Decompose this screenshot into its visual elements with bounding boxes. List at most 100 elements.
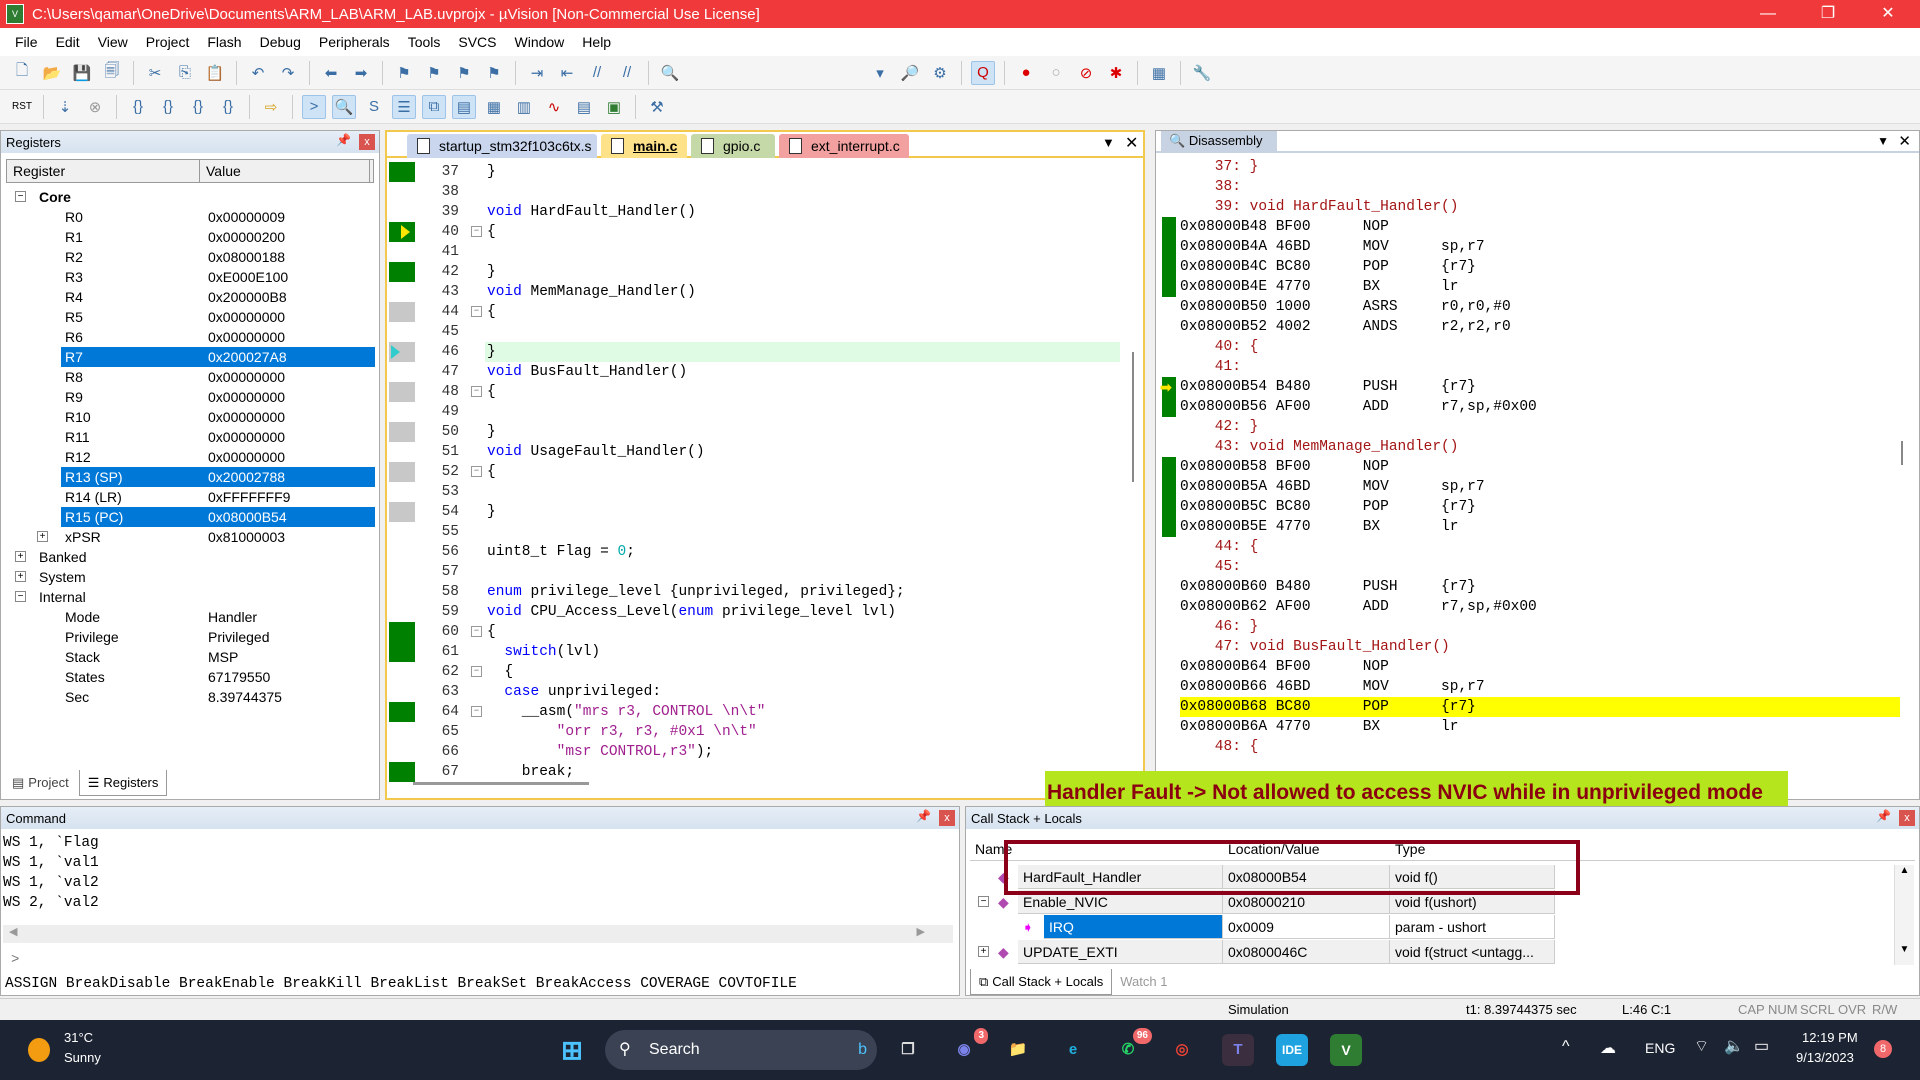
- menu-svcs[interactable]: SVCS: [449, 34, 505, 50]
- tabs-dropdown-icon[interactable]: ▼: [1102, 135, 1115, 150]
- whatsapp-icon[interactable]: ✆ 96: [1112, 1028, 1152, 1066]
- code-line[interactable]: 40 −{: [387, 222, 1127, 242]
- show-hidden-icon[interactable]: ^: [1562, 1038, 1570, 1056]
- save-all-icon[interactable]: 🗐: [100, 61, 124, 85]
- unindent-icon[interactable]: ⇤: [555, 61, 579, 85]
- register-row[interactable]: + xPSR 0x81000003: [1, 527, 371, 547]
- code-line[interactable]: 57: [387, 562, 1127, 582]
- register-row[interactable]: R5 0x00000000: [1, 307, 371, 327]
- source-line[interactable]: 44: {: [1180, 537, 1900, 557]
- register-value[interactable]: 0x00000000: [208, 447, 285, 467]
- memory-window-icon[interactable]: ▦: [482, 95, 506, 119]
- volume-icon[interactable]: 🔈: [1724, 1036, 1744, 1056]
- close-disassembly-icon[interactable]: ✕: [1898, 132, 1911, 150]
- code-line[interactable]: 37}: [387, 162, 1127, 182]
- tab-watch-1[interactable]: Watch 1: [1112, 969, 1175, 995]
- uncomment-icon[interactable]: //: [615, 61, 639, 85]
- file-explorer-icon[interactable]: 📁: [1002, 1034, 1034, 1066]
- call-stack-window-icon[interactable]: ⧉: [422, 94, 446, 119]
- redo-icon[interactable]: ↷: [276, 61, 300, 85]
- cut-icon[interactable]: ✂: [143, 61, 167, 85]
- registers-window-icon[interactable]: ☰: [392, 94, 416, 119]
- teams-chat-icon[interactable]: ◉ 3: [948, 1028, 988, 1066]
- column-register[interactable]: Register: [7, 160, 200, 182]
- tab-ext-interrupt-c[interactable]: ext_interrupt.c: [779, 134, 909, 158]
- run-to-cursor-icon[interactable]: {}: [216, 95, 240, 119]
- code-line[interactable]: 38: [387, 182, 1127, 202]
- fold-icon[interactable]: −: [471, 666, 482, 677]
- fold-icon[interactable]: −: [471, 226, 482, 237]
- code-editor[interactable]: startup_stm32f103c6tx.s main.c gpio.c ex…: [385, 130, 1145, 800]
- dropdown-icon[interactable]: ▼: [1877, 134, 1889, 148]
- register-value[interactable]: 0x200000B8: [208, 287, 287, 307]
- source-line[interactable]: 42: }: [1180, 417, 1900, 437]
- source-line[interactable]: 48: {: [1180, 737, 1900, 757]
- editor-hscrollbar[interactable]: [413, 782, 589, 785]
- register-value[interactable]: 0xFFFFFFF9: [208, 487, 290, 507]
- register-value[interactable]: 0x00000200: [208, 227, 285, 247]
- code-line[interactable]: 60 −{: [387, 622, 1127, 642]
- collapse-icon[interactable]: −: [978, 896, 989, 907]
- command-hscrollbar[interactable]: ◀ ▶: [3, 925, 953, 943]
- teams-icon[interactable]: T: [1222, 1034, 1254, 1066]
- system-viewer-icon[interactable]: ▣: [602, 95, 626, 119]
- register-value[interactable]: 0x00000009: [208, 207, 285, 227]
- serial-window-icon[interactable]: ▥: [512, 95, 536, 119]
- paste-icon[interactable]: 📋: [203, 61, 227, 85]
- register-row[interactable]: R14 (LR) 0xFFFFFFF9: [1, 487, 371, 507]
- menu-peripherals[interactable]: Peripherals: [310, 34, 399, 50]
- register-value[interactable]: 0x00000000: [208, 307, 285, 327]
- weather-sun-icon[interactable]: [28, 1038, 50, 1062]
- instruction-line[interactable]: 0x08000B48 BF00 NOP: [1180, 217, 1900, 237]
- source-line[interactable]: 38:: [1180, 177, 1900, 197]
- code-line[interactable]: 56 uint8_t Flag = 0;: [387, 542, 1127, 562]
- register-row[interactable]: R15 (PC) 0x08000B54: [1, 507, 371, 527]
- clock-time[interactable]: 12:19 PM: [1802, 1030, 1858, 1045]
- search-box[interactable]: ⚲ Search b: [605, 1030, 877, 1070]
- code-line[interactable]: 62 − {: [387, 662, 1127, 682]
- code-line[interactable]: 46}: [387, 342, 1127, 362]
- register-value[interactable]: 0xE000E100: [208, 267, 288, 287]
- source-line[interactable]: 43: void MemManage_Handler(): [1180, 437, 1900, 457]
- register-value[interactable]: 0x200027A8: [208, 347, 287, 367]
- fold-icon[interactable]: −: [471, 386, 482, 397]
- register-value[interactable]: 0x08000188: [208, 247, 285, 267]
- register-value[interactable]: 0x00000000: [208, 407, 285, 427]
- menu-debug[interactable]: Debug: [251, 34, 310, 50]
- register-row[interactable]: R2 0x08000188: [1, 247, 371, 267]
- onedrive-icon[interactable]: ☁: [1600, 1038, 1616, 1058]
- pin-icon[interactable]: 📌: [336, 133, 351, 147]
- code-line[interactable]: 58 enum privilege_level {unprivileged, pr…: [387, 582, 1127, 602]
- register-value[interactable]: 0x00000000: [208, 387, 285, 407]
- register-row[interactable]: R3 0xE000E100: [1, 267, 371, 287]
- find-in-files-icon[interactable]: 🔍: [658, 61, 682, 85]
- restore-button[interactable]: ❐: [1805, 0, 1851, 28]
- instruction-line[interactable]: 0x08000B60 B480 PUSH {r7}: [1180, 577, 1900, 597]
- register-row[interactable]: R11 0x00000000: [1, 427, 371, 447]
- source-line[interactable]: 40: {: [1180, 337, 1900, 357]
- instruction-line[interactable]: 0x08000B56 AF00 ADD r7,sp,#0x00: [1180, 397, 1900, 417]
- minimize-button[interactable]: —: [1745, 0, 1791, 28]
- code-line[interactable]: 51 void UsageFault_Handler(): [387, 442, 1127, 462]
- code-line[interactable]: 44 −{: [387, 302, 1127, 322]
- code-line[interactable]: 42}: [387, 262, 1127, 282]
- start-icon[interactable]: ⊞: [556, 1034, 588, 1066]
- find-icon[interactable]: 🔎: [898, 61, 922, 85]
- source-line[interactable]: 47: void BusFault_Handler(): [1180, 637, 1900, 657]
- undo-icon[interactable]: ↶: [246, 61, 270, 85]
- prev-bookmark-icon[interactable]: ⚑: [422, 61, 446, 85]
- step-into-icon[interactable]: {}: [126, 95, 150, 119]
- code-line[interactable]: 61 switch(lvl): [387, 642, 1127, 662]
- new-file-icon[interactable]: 🗋: [10, 61, 34, 85]
- clock-date[interactable]: 9/13/2023: [1796, 1050, 1854, 1065]
- instruction-line[interactable]: 0x08000B66 46BD MOV sp,r7: [1180, 677, 1900, 697]
- pin-icon[interactable]: 📌: [916, 809, 931, 823]
- code-line[interactable]: 64 − __asm("mrs r3, CONTROL \n\t": [387, 702, 1127, 722]
- edge-icon[interactable]: e: [1057, 1034, 1089, 1066]
- code-line[interactable]: 53: [387, 482, 1127, 502]
- menu-edit[interactable]: Edit: [47, 34, 89, 50]
- menu-view[interactable]: View: [89, 34, 137, 50]
- notification-badge[interactable]: 8: [1874, 1040, 1892, 1058]
- command-window-icon[interactable]: >: [302, 94, 326, 119]
- code-line[interactable]: 41: [387, 242, 1127, 262]
